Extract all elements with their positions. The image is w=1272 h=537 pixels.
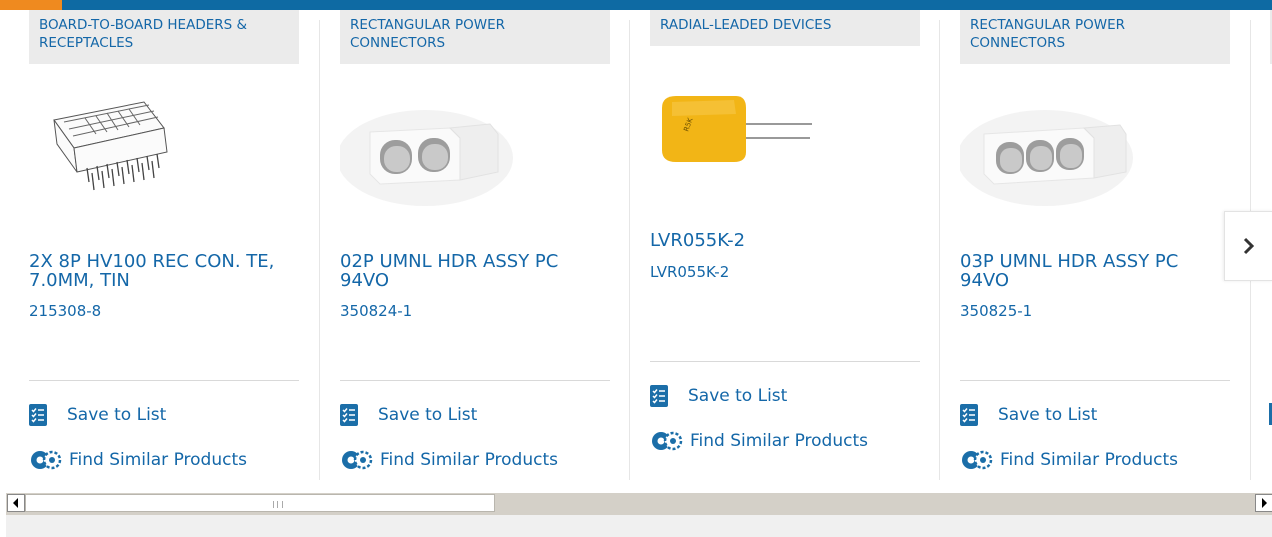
radial-leaded-device-image[interactable]: R5K [650, 64, 920, 194]
product-title-link[interactable]: 03P UMNL HDR ASSY PC 94VO [960, 252, 1230, 290]
card-divider [939, 20, 940, 480]
find-similar-button[interactable]: Find Similar Products [960, 448, 1178, 472]
card-separator [960, 380, 1230, 381]
gears-icon [650, 429, 684, 453]
find-similar-button[interactable]: Find Similar Products [340, 448, 558, 472]
product-title-link[interactable]: LVR055K-2 [650, 231, 920, 250]
active-tab-indicator [0, 0, 62, 10]
save-to-list-button[interactable]: Save to List [650, 384, 787, 408]
save-to-list-label: Save to List [378, 405, 478, 425]
scrollbar-thumb[interactable] [25, 494, 495, 512]
horizontal-scrollbar[interactable] [6, 493, 1272, 515]
part-number-link[interactable]: 350825-1 [960, 302, 1032, 320]
gears-icon [960, 448, 994, 472]
checklist-icon [29, 404, 47, 426]
find-similar-label: Find Similar Products [690, 431, 868, 451]
part-number-link[interactable]: LVR055K-2 [650, 263, 729, 281]
find-similar-button[interactable]: Find Similar Products [29, 448, 247, 472]
product-title-link[interactable]: 2X 8P HV100 REC CON. TE, 7.0MM, TIN [29, 252, 299, 290]
find-similar-label: Find Similar Products [1000, 450, 1178, 470]
triangle-left-icon [13, 498, 18, 508]
save-to-list-label: Save to List [688, 386, 788, 406]
save-to-list-label: Save to List [67, 405, 167, 425]
three-pin-connector-image[interactable] [957, 80, 1230, 210]
scroll-left-arrow[interactable] [7, 494, 25, 512]
two-pin-connector-image[interactable] [337, 80, 610, 210]
product-card: RECTANGULAR POWER CONNECTORS 02P UMNL HD… [337, 10, 610, 490]
bottom-panel [6, 515, 1272, 537]
save-to-list-button[interactable]: Save to List [29, 403, 166, 427]
category-label[interactable]: BOARD-TO-BOARD HEADERS & RECEPTACLES [29, 10, 299, 64]
checklist-icon [650, 385, 668, 407]
save-to-list-button[interactable]: Save to List [340, 403, 477, 427]
card-divider [319, 20, 320, 480]
product-card: RECTANGULAR POWER CONNECTORS 03P UMNL HD… [957, 10, 1230, 490]
product-card: BOARD-TO-BOARD HEADERS & RECEPTACLES 2X … [29, 10, 299, 490]
checklist-icon [960, 404, 978, 426]
save-to-list-button[interactable]: Save to List [960, 403, 1097, 427]
part-number-link[interactable]: 215308-8 [29, 302, 101, 320]
card-divider [629, 20, 630, 480]
find-similar-label: Find Similar Products [69, 450, 247, 470]
product-title-link[interactable]: 02P UMNL HDR ASSY PC 94VO [340, 252, 610, 290]
card-separator [340, 380, 610, 381]
save-to-list-label: Save to List [998, 405, 1098, 425]
checklist-icon [340, 404, 358, 426]
card-separator [650, 361, 920, 362]
board-to-board-receptacle-image[interactable] [29, 80, 299, 210]
category-label[interactable]: RECTANGULAR POWER CONNECTORS [960, 10, 1230, 64]
card-separator [29, 380, 299, 381]
product-carousel: BOARD-TO-BOARD HEADERS & RECEPTACLES 2X … [0, 10, 1272, 490]
part-number-link[interactable]: 350824-1 [340, 302, 412, 320]
gears-icon [29, 448, 63, 472]
find-similar-button[interactable]: Find Similar Products [650, 429, 868, 453]
chevron-right-icon [1243, 237, 1255, 255]
triangle-right-icon [1262, 498, 1267, 508]
gears-icon [340, 448, 374, 472]
category-label[interactable]: RADIAL-LEADED DEVICES [650, 10, 920, 46]
find-similar-label: Find Similar Products [380, 450, 558, 470]
scroll-right-arrow[interactable] [1255, 494, 1272, 512]
scrollbar-grip [273, 501, 283, 508]
top-accent-bar [0, 0, 1272, 10]
carousel-next-button[interactable] [1224, 211, 1272, 281]
category-label[interactable]: RECTANGULAR POWER CONNECTORS [340, 10, 610, 64]
product-card: RADIAL-LEADED DEVICES R5K LVR055K-2 LVR0… [650, 10, 920, 490]
